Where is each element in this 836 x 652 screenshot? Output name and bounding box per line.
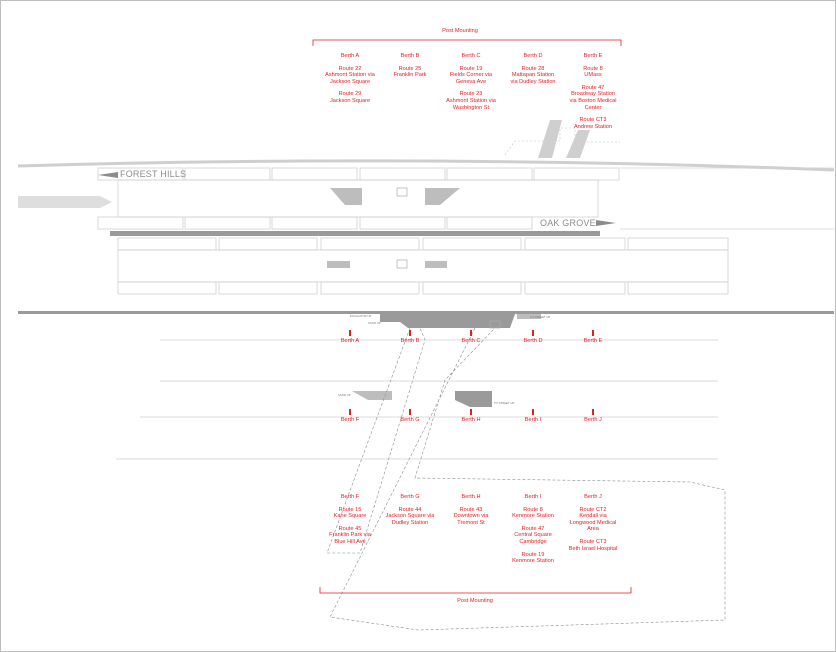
- route-entry: Route 29 Jackson Square: [329, 91, 371, 104]
- route-entry: Route 44 Jackson Square via Dudley Station: [385, 506, 435, 526]
- route-entry: Route 15 Kane Square: [333, 506, 367, 520]
- berth-info-berth-d: Berth D Route 28 Mattapan Station via Dudle…: [502, 53, 564, 91]
- route-entry: Route 22 Ashmont Station via Jackson Squar…: [325, 65, 375, 85]
- berth-info-berth-i: Berth I Route 8 Kenmore Station Route 47 Cen…: [501, 494, 565, 571]
- post-mounting-bracket-top: [312, 39, 622, 46]
- route-entry: Route CT2 Kendall via Longwood Medical Area: [569, 506, 617, 533]
- berth-label: Berth A: [340, 338, 360, 344]
- berth-label: Berth D: [523, 338, 543, 344]
- berth-marker-icon: [592, 409, 594, 415]
- to-street-label: TO STREET UP: [530, 315, 551, 319]
- platform-berth-berth-a: Berth A: [320, 330, 380, 344]
- berth-marker-icon: [592, 330, 594, 336]
- post-mounting-title-top: Post Mounting: [442, 28, 478, 34]
- route-entry: Route 47 Broadway Station via Boston Medic…: [569, 84, 617, 111]
- berth-heading: Berth E: [583, 53, 603, 59]
- post-mounting-bracket-bottom: [319, 587, 632, 594]
- route-entry: Route 8 Kenmore Station: [512, 506, 554, 520]
- berth-label: Berth J: [584, 417, 602, 423]
- route-entry: Route 19 Kenmore Station: [512, 551, 554, 565]
- berth-marker-icon: [349, 409, 351, 415]
- route-entry: Route CT3 Beth Israel Hospital: [568, 538, 618, 552]
- route-entry: Route CT3 Andrew Station: [574, 117, 612, 130]
- berth-marker-icon: [470, 409, 472, 415]
- berth-heading: Berth J: [584, 494, 602, 500]
- route-entry: Route 47 Central Square Cambridge: [514, 525, 552, 545]
- to-street-label-2: TO STREET UP: [494, 401, 515, 405]
- berth-heading: Berth B: [400, 53, 420, 59]
- berth-label: Berth H: [461, 417, 481, 423]
- berth-marker-icon: [349, 330, 351, 336]
- berth-marker-icon: [532, 330, 534, 336]
- stair-top: [538, 120, 562, 158]
- forest-hills-sign: FOREST HILLS: [120, 169, 187, 179]
- berth-marker-icon: [409, 409, 411, 415]
- berth-info-berth-b: Berth B Route 25 Franklin Park: [379, 53, 441, 85]
- berth-heading: Berth F: [340, 494, 360, 500]
- route-entry: Route 8 UMass: [583, 65, 603, 79]
- berth-label: Berth E: [583, 338, 603, 344]
- platform-berth-berth-d: Berth D: [503, 330, 563, 344]
- berth-heading: Berth D: [523, 53, 543, 59]
- berth-info-berth-g: Berth G Route 44 Jackson Square via Dudley …: [378, 494, 442, 532]
- berth-marker-icon: [470, 330, 472, 336]
- route-entry: Route 23 Ashmont Station via Washington St: [446, 91, 496, 111]
- arrow-right-icon: [596, 220, 616, 226]
- post-mounting-title-bottom: Post Mounting: [457, 598, 493, 604]
- platform-berth-berth-e: Berth E: [563, 330, 623, 344]
- route-entry: Route 25 Franklin Park: [393, 65, 427, 79]
- platform-berth-berth-h: Berth H: [441, 409, 501, 423]
- route-entry: Route 43 Downtown via Tremont St: [453, 506, 489, 526]
- berth-marker-icon: [532, 409, 534, 415]
- platform-berth-berth-c: Berth C: [441, 330, 501, 344]
- berth-label: Berth C: [461, 338, 481, 344]
- berth-label: Berth F: [340, 417, 360, 423]
- platform-berth-berth-b: Berth B: [380, 330, 440, 344]
- stair-up-label-2: STAIR UP: [338, 393, 351, 397]
- escalator-up-label: ESCALATOR UP: [350, 314, 372, 318]
- lower-platform-edge: [18, 311, 834, 314]
- platform-berth-berth-j: Berth J: [563, 409, 623, 423]
- berth-info-berth-c: Berth C Route 19 Fields Corner via Geneva A…: [440, 53, 502, 117]
- platform-berth-berth-i: Berth I: [503, 409, 563, 423]
- route-entry: Route 45 Franklin Park via Blue Hill Ave: [329, 525, 371, 545]
- berth-marker-icon: [409, 330, 411, 336]
- berth-label: Berth G: [400, 417, 420, 423]
- berth-info-berth-a: Berth A Route 22 Ashmont Station via Jackso…: [319, 53, 381, 111]
- berth-label: Berth B: [400, 338, 420, 344]
- berth-info-berth-f: Berth F Route 15 Kane Square Route 45 Frankl…: [318, 494, 382, 552]
- berth-info-berth-h: Berth H Route 43 Downtown via Tremont St: [439, 494, 503, 532]
- berth-heading: Berth I: [524, 494, 542, 500]
- platform-bar: [110, 231, 600, 236]
- berth-label: Berth I: [524, 417, 542, 423]
- berth-heading: Berth A: [340, 53, 360, 59]
- berth-heading: Berth G: [400, 494, 420, 500]
- route-entry: Route 19 Fields Corner via Geneva Ave: [449, 65, 493, 85]
- arrow-left-icon: [98, 172, 118, 178]
- berth-info-berth-e: Berth E Route 8 UMass Route 47 Broadway Stat…: [562, 53, 624, 136]
- stair-up-label: STAIR UP: [368, 321, 381, 325]
- route-entry: Route 28 Mattapan Station via Dudley Stati…: [510, 65, 556, 85]
- oak-grove-sign: OAK GROVE: [540, 218, 596, 228]
- station-plan: [17, 39, 835, 631]
- platform-berth-berth-f: Berth F: [320, 409, 380, 423]
- berth-heading: Berth C: [461, 53, 481, 59]
- berth-info-berth-j: Berth J Route CT2 Kendall via Longwood Medi…: [561, 494, 625, 558]
- platform-berth-berth-g: Berth G: [380, 409, 440, 423]
- berth-heading: Berth H: [461, 494, 481, 500]
